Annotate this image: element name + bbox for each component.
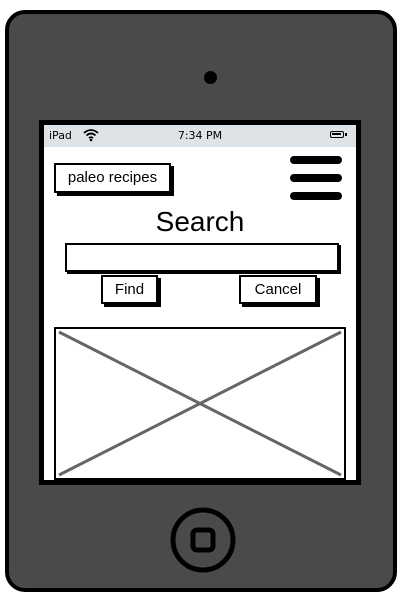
status-bar: iPad 7:34 PM — [44, 125, 356, 147]
status-time: 7:34 PM — [177, 129, 223, 142]
hamburger-menu-icon[interactable] — [290, 156, 342, 200]
screen: iPad 7:34 PM paleo recipes Search Find C… — [39, 120, 361, 485]
battery-icon — [330, 131, 347, 138]
home-button[interactable] — [167, 504, 239, 576]
camera-icon — [204, 71, 217, 84]
search-input[interactable] — [65, 243, 339, 272]
paleo-recipes-button[interactable]: paleo recipes — [54, 163, 171, 193]
find-button[interactable]: Find — [101, 275, 158, 304]
cancel-button[interactable]: Cancel — [239, 275, 317, 304]
search-title: Search — [155, 206, 245, 237]
image-placeholder-icon — [54, 327, 346, 480]
